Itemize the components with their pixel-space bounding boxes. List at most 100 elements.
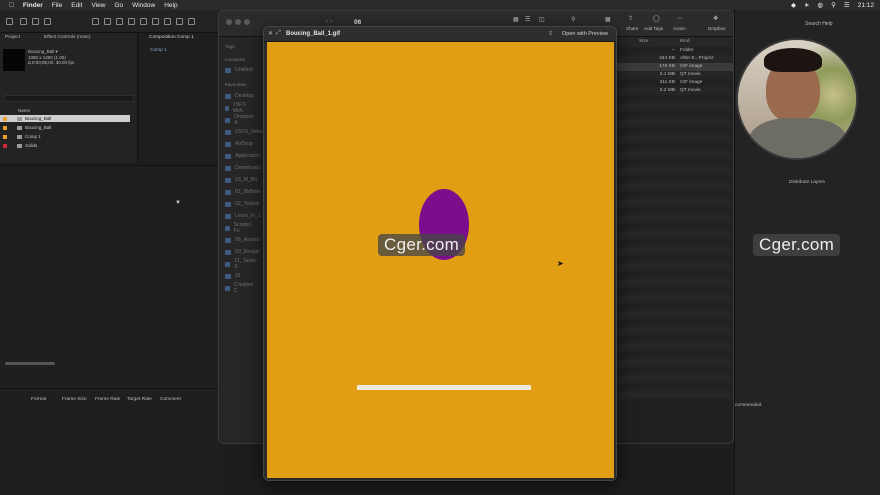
selection-tool-icon[interactable] [20,18,27,25]
hand-tool-icon[interactable] [32,18,39,25]
col-format[interactable]: Format [31,397,46,402]
filter-icon[interactable]: ▼ [175,200,181,206]
menu-view[interactable]: View [91,2,105,9]
label-color-swatch[interactable] [3,134,7,139]
minimize-button[interactable] [235,19,241,25]
pen-tool-icon[interactable] [128,18,135,25]
project-item[interactable]: Solids [0,142,130,149]
project-item[interactable]: Boucing_Ball [0,115,130,122]
sidebar-item-untitled[interactable]: Untitled [225,65,253,75]
close-button[interactable] [226,19,232,25]
add-tags-label[interactable]: Add Tags [644,26,663,31]
dropbox-label[interactable]: Dropbox [708,26,725,31]
dropbox-status-icon[interactable]: ◆ [791,1,796,9]
project-search-input[interactable] [4,95,134,102]
help-search-input[interactable]: Search Help [805,21,833,27]
share-icon[interactable]: ⇧ [548,30,553,37]
project-item[interactable]: Boucing_Ball [0,124,130,131]
tab-effect-controls[interactable]: Effect Controls (none) [44,35,91,40]
open-with-preview-button[interactable]: Open with Preview [562,31,608,37]
presenter-shirt [748,118,848,158]
file-row[interactable]: 2.1 MB QT movie [617,71,733,79]
menu-edit[interactable]: Edit [71,2,82,9]
sidebar-item-label: Scriptol Fo [233,222,251,234]
name-column-header[interactable]: Name [18,108,30,113]
sidebar-item-favourite[interactable]: 1SFS_Video [225,127,264,137]
shape-tool-icon[interactable] [116,18,123,25]
close-icon[interactable]: ✕ [268,30,273,37]
sidebar-item-favourite[interactable]: AirDrop [225,139,253,149]
label-color-swatch[interactable] [3,125,7,130]
control-center-icon[interactable]: ☰ [844,1,850,9]
eraser-tool-icon[interactable] [176,18,183,25]
search-icon[interactable]: ⚲ [831,1,836,9]
file-row[interactable]: 175 KB GIF image [617,63,733,71]
sidebar-item-favourite[interactable]: Application [225,151,260,161]
sidebar-item-favourite[interactable]: 02_Youtub [225,199,260,209]
zoom-button[interactable] [244,19,250,25]
sidebar-item-favourite[interactable]: Scriptol Fo [225,222,252,234]
group-icon[interactable]: ▦ [605,16,611,23]
recommended-dropdown[interactable]: commended [735,403,761,408]
sidebar-item-favourite[interactable]: 00_Design [225,247,260,257]
sidebar-item-favourite[interactable]: Dropbox A [225,114,255,126]
zoom-tool-icon[interactable] [44,18,51,25]
icon-view-icon[interactable]: ▦ [513,16,519,23]
sidebar-item-favourite[interactable]: 01 [225,271,241,281]
stamp-tool-icon[interactable] [164,18,171,25]
file-row[interactable]: 211 KB GIF image [617,79,733,87]
sidebar-item-favourite[interactable]: Creative C [225,282,254,294]
sidebar-item-favourite[interactable]: 03_M_Bri [225,175,257,185]
menu-go[interactable]: Go [114,2,123,9]
home-tool-icon[interactable] [6,18,13,25]
dropbox-icon[interactable]: ❖ [713,15,718,22]
fullscreen-icon[interactable]: ⤢ [276,30,281,37]
search-icon[interactable]: ⚲ [571,16,575,23]
share-icon[interactable]: ⇧ [628,15,633,22]
menu-window[interactable]: Window [132,2,155,9]
tag-icon[interactable]: ◯ [653,15,660,22]
brush-tool-icon[interactable] [152,18,159,25]
rotate-tool-icon[interactable] [92,18,99,25]
project-item[interactable]: Comp 1 [0,133,130,140]
col-comment[interactable]: Comment [160,397,181,402]
puppet-tool-icon[interactable] [188,18,195,25]
apple-icon[interactable]:  [9,2,14,9]
file-row[interactable]: -- Folder [617,47,733,55]
col-frame-size[interactable]: Frame Size [62,397,87,402]
folder-icon [225,189,231,195]
column-view-icon[interactable]: ◫ [539,16,545,23]
camera-tool-icon[interactable] [104,18,111,25]
wifi-icon[interactable]: ◍ [817,1,823,9]
label-color-swatch[interactable] [3,116,7,121]
action-icon[interactable]: ⋯ [677,15,683,22]
share-label[interactable]: Share [626,26,638,31]
sidebar-item-favourite[interactable]: Desktop [225,91,254,101]
bluetooth-icon[interactable]: ∗ [804,1,809,9]
menu-clock[interactable]: 21:12 [858,2,874,9]
timeline-zoom-slider[interactable] [5,362,55,365]
sidebar-item-favourite[interactable]: 1SFS Meh [225,102,248,114]
menu-file[interactable]: File [52,2,62,9]
kind-column-header[interactable]: Kind [680,39,690,44]
col-frame-rate[interactable]: Frame Rate [95,397,120,402]
menu-app-finder[interactable]: Finder [23,2,43,9]
back-forward-icon[interactable]: ‹ › [326,18,332,25]
sidebar-item-favourite[interactable]: 06_Assets [225,235,259,245]
sidebar-item-favourite[interactable]: 01_Bk8site [225,187,261,197]
file-row[interactable]: 344 KB After E...Project [617,55,733,63]
col-target-rate[interactable]: Target Rate [127,397,152,402]
sidebar-item-favourite[interactable]: 11_Tasks-S [225,258,258,270]
comp-breadcrumb[interactable]: Comp 1 [150,48,167,53]
menu-help[interactable]: Help [164,2,177,9]
type-tool-icon[interactable] [140,18,147,25]
size-column-header[interactable]: Size [639,39,648,44]
sidebar-item-favourite[interactable]: Downloads [225,163,261,173]
tab-composition[interactable]: Composition Comp 1 [149,35,194,40]
action-label[interactable]: Action [673,26,686,31]
label-color-swatch[interactable] [3,143,7,148]
file-row[interactable]: 2.2 MB QT movie [617,87,733,95]
sidebar-item-favourite[interactable]: Learn_in_1 [225,211,261,221]
tab-project[interactable]: Project [5,35,20,40]
list-view-icon[interactable]: ☰ [525,16,530,23]
